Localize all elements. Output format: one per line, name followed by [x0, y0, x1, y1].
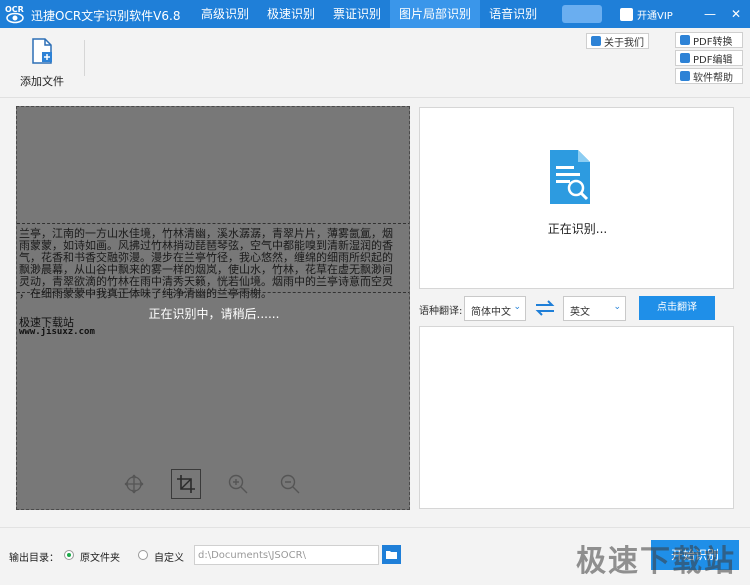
minimize-button[interactable]: —: [700, 4, 720, 24]
translate-button[interactable]: 点击翻译: [639, 296, 715, 320]
watermark-text: 极速下载站: [576, 544, 736, 579]
main-nav: 高级识别 极速识别 票证识别 图片局部识别 语音识别: [192, 0, 546, 28]
vip-cart-icon: [620, 7, 633, 21]
source-language-value: 简体中文: [471, 307, 511, 318]
vip-button[interactable]: 开通VIP: [620, 5, 673, 23]
move-icon: [124, 474, 144, 494]
ocr-result-panel: 正在识别...: [419, 107, 734, 289]
output-directory-label: 输出目录：: [9, 553, 59, 564]
target-language-select[interactable]: 英文 ⌄: [563, 296, 626, 321]
folder-icon: [386, 551, 397, 559]
add-file-label: 添加文件: [20, 75, 64, 88]
pdf-convert-button[interactable]: PDF转换: [675, 32, 743, 48]
source-url-text: www.jisuxz.com: [19, 327, 95, 337]
recognition-status: 正在识别...: [547, 222, 608, 236]
close-button[interactable]: ✕: [726, 4, 746, 24]
user-avatar-placeholder[interactable]: [562, 5, 602, 23]
pdf-edit-button[interactable]: PDF编辑: [675, 50, 743, 66]
tab-image-region-ocr[interactable]: 图片局部识别: [390, 0, 481, 28]
doc-text-line: ，在细雨蒙蒙中我真正体味了纯净清幽的兰亭雨榭。: [19, 287, 272, 300]
about-us-button[interactable]: 关于我们: [586, 33, 649, 49]
target-language-value: 英文: [570, 307, 590, 318]
tab-ticket-ocr[interactable]: 票证识别: [324, 0, 390, 28]
toolbar: 添加文件 关于我们 PDF转换 PDF编辑 软件帮助: [0, 28, 750, 98]
crop-icon: [177, 475, 195, 493]
about-us-label: 关于我们: [604, 37, 644, 49]
add-file-button[interactable]: 添加文件: [16, 36, 68, 88]
original-folder-radio[interactable]: [64, 550, 74, 560]
image-preview-panel[interactable]: 兰亭，江南的一方山水佳境，竹林清幽，溪水潺潺，青翠片片，薄雾氤氲，烟 雨蒙蒙，如…: [16, 106, 410, 510]
translate-bar: 语种翻译: 简体中文 ⌄ 英文 ⌄ 点击翻译: [419, 296, 734, 322]
browse-folder-button[interactable]: [382, 545, 401, 564]
add-file-icon: [32, 38, 52, 64]
info-icon: [591, 36, 601, 46]
help-label: 软件帮助: [693, 72, 733, 84]
tab-fast-ocr[interactable]: 极速识别: [258, 0, 324, 28]
tab-voice-recognition[interactable]: 语音识别: [480, 0, 546, 28]
translate-label: 语种翻译:: [419, 306, 463, 317]
processing-message: 正在识别中，请稍后......: [148, 307, 280, 321]
swap-languages-icon[interactable]: [534, 300, 556, 316]
zoom-in-button[interactable]: [223, 469, 253, 499]
zoom-out-icon: [280, 474, 300, 494]
pdf-convert-label: PDF转换: [693, 36, 733, 48]
app-title: 迅捷OCR文字识别软件V6.8: [31, 9, 181, 23]
help-button[interactable]: 软件帮助: [675, 68, 743, 84]
chevron-down-icon: ⌄: [513, 302, 521, 312]
tab-advanced-ocr[interactable]: 高级识别: [192, 0, 258, 28]
help-icon: [680, 71, 690, 81]
pdf-convert-icon: [680, 35, 690, 45]
pdf-edit-icon: [680, 53, 690, 63]
pdf-edit-label: PDF编辑: [693, 54, 733, 66]
zoom-out-button[interactable]: [275, 469, 305, 499]
source-language-select[interactable]: 简体中文 ⌄: [464, 296, 526, 321]
ocr-eye-logo-icon: OCR: [5, 5, 24, 24]
document-search-icon: [550, 150, 590, 204]
output-path-input[interactable]: [194, 545, 379, 565]
custom-folder-radio[interactable]: [138, 550, 148, 560]
chevron-down-icon: ⌄: [613, 302, 621, 312]
vip-label: 开通VIP: [637, 10, 673, 22]
translation-output-panel[interactable]: [419, 326, 734, 509]
toolbar-divider: [84, 40, 85, 76]
document-image: 兰亭，江南的一方山水佳境，竹林清幽，溪水潺潺，青翠片片，薄雾氤氲，烟 雨蒙蒙，如…: [17, 223, 409, 300]
original-folder-label: 原文件夹: [80, 553, 120, 564]
image-tools: [119, 469, 305, 499]
crop-tool-button[interactable]: [171, 469, 201, 499]
custom-folder-label: 自定义: [154, 553, 184, 564]
svg-text:OCR: OCR: [5, 5, 24, 14]
move-tool-button[interactable]: [119, 469, 149, 499]
title-bar: OCR 迅捷OCR文字识别软件V6.8 高级识别 极速识别 票证识别 图片局部识…: [0, 0, 750, 28]
zoom-in-icon: [228, 474, 248, 494]
